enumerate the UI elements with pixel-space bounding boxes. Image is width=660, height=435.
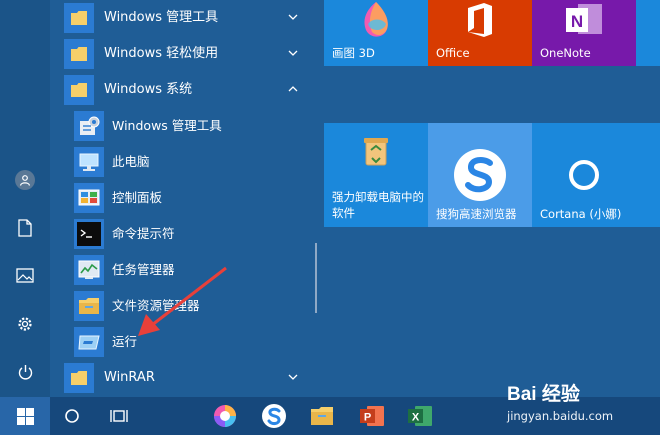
app-label: 任务管理器: [112, 262, 175, 277]
folder-icon: [64, 3, 94, 33]
app-item-this-pc[interactable]: 此电脑: [60, 144, 312, 180]
chevron-up-icon[interactable]: [288, 84, 298, 94]
app-item-cmd[interactable]: 命令提示符: [60, 216, 312, 252]
chevron-down-icon[interactable]: [288, 48, 298, 58]
tile-paint3d[interactable]: 画图 3D: [324, 0, 428, 66]
taskbar-excel[interactable]: X: [398, 397, 442, 435]
admin-tools-icon: [74, 111, 104, 141]
tile-label: Office: [436, 46, 470, 60]
group-windows-system[interactable]: Windows 系统: [60, 72, 312, 108]
taskbar-paint3d[interactable]: [205, 397, 245, 435]
group-label: Windows 系统: [104, 82, 193, 97]
app-item-file-explorer[interactable]: 文件资源管理器: [60, 288, 312, 324]
app-label: Windows 管理工具: [112, 118, 222, 133]
tile-partial-right[interactable]: [636, 123, 660, 227]
app-label: 运行: [112, 334, 138, 349]
power-button[interactable]: [0, 350, 50, 394]
app-label: 文件资源管理器: [112, 298, 200, 313]
tile-cortana[interactable]: Cortana (小娜): [532, 123, 636, 227]
start-button[interactable]: [0, 397, 50, 435]
this-pc-icon: [74, 147, 104, 177]
watermark-url: jingyan.baidu.com: [507, 409, 614, 423]
group-winrar[interactable]: WinRAR: [60, 360, 312, 396]
chevron-down-icon[interactable]: [288, 372, 298, 382]
tile-label: Cortana (小娜): [540, 207, 622, 221]
taskbar-sogou-browser[interactable]: [254, 397, 294, 435]
tile-onenote[interactable]: N OneNote: [532, 0, 636, 66]
tile-partial-right[interactable]: [636, 0, 660, 66]
folder-icon: [64, 75, 94, 105]
tile-office[interactable]: Office: [428, 0, 532, 66]
app-list-scrollbar[interactable]: [315, 243, 317, 313]
task-view-button[interactable]: [96, 397, 142, 435]
paint3d-icon: [364, 2, 388, 37]
svg-text:X: X: [412, 412, 420, 424]
tile-label: 搜狗高速浏览器: [436, 207, 517, 221]
svg-text:P: P: [364, 412, 371, 424]
settings-button[interactable]: [0, 302, 50, 346]
watermark-main: Bai 经验: [507, 384, 580, 405]
folder-icon: [64, 363, 94, 393]
pictures-icon: [16, 267, 34, 283]
tile-label: 强力卸载电脑中的软件: [332, 190, 424, 220]
folder-icon: [64, 39, 94, 69]
document-icon: [18, 219, 32, 237]
start-menu: Windows 管理工具 Windows 轻松使用 Windows 系统 Win…: [0, 0, 660, 397]
tile-label: 画图 3D: [332, 46, 375, 60]
app-item-task-manager[interactable]: 任务管理器: [60, 252, 312, 288]
taskbar-file-explorer[interactable]: [302, 397, 342, 435]
account-button[interactable]: [0, 158, 50, 202]
powerpoint-icon: P: [360, 406, 384, 426]
recycle-bin-icon: [364, 138, 388, 166]
tile-label: OneNote: [540, 46, 591, 60]
group-label: Windows 管理工具: [104, 10, 219, 25]
app-label: 控制面板: [112, 190, 163, 205]
app-item-run[interactable]: 运行: [60, 324, 312, 360]
folder-icon: [311, 407, 333, 425]
group-label: WinRAR: [104, 370, 155, 385]
app-item-control-panel[interactable]: 控制面板: [60, 180, 312, 216]
app-label: 命令提示符: [112, 226, 175, 241]
user-avatar-icon: [15, 170, 35, 190]
task-manager-icon: [74, 255, 104, 285]
control-panel-icon: [74, 183, 104, 213]
sogou-browser-icon: [262, 404, 286, 428]
excel-icon: X: [408, 406, 432, 426]
power-icon: [18, 364, 32, 379]
windows-logo-icon: [16, 407, 34, 425]
run-icon: [74, 327, 104, 357]
file-explorer-icon: [74, 291, 104, 321]
chevron-down-icon[interactable]: [288, 12, 298, 22]
tile-sogou-browser[interactable]: 搜狗高速浏览器: [428, 123, 532, 227]
taskbar-powerpoint[interactable]: P: [350, 397, 394, 435]
start-left-strip: [0, 0, 50, 397]
task-view-icon: [110, 410, 128, 422]
group-windows-ease-of-access[interactable]: Windows 轻松使用: [60, 36, 312, 72]
app-label: 此电脑: [112, 154, 150, 169]
tile-uninstaller[interactable]: 强力卸载电脑中的软件: [324, 123, 428, 227]
group-windows-admin-tools[interactable]: Windows 管理工具: [60, 0, 312, 36]
group-label: Windows 轻松使用: [104, 46, 219, 61]
paint3d-icon: [214, 405, 236, 427]
svg-text:N: N: [571, 12, 583, 31]
baidu-watermark: Bai 经验 jingyan.baidu.com: [505, 377, 660, 435]
onenote-icon: N: [566, 4, 602, 34]
cortana-circle-icon: [65, 409, 79, 423]
office-icon: [468, 3, 492, 37]
cmd-icon: [74, 219, 104, 249]
documents-button[interactable]: [0, 206, 50, 250]
search-button[interactable]: [50, 397, 94, 435]
app-list: Windows 管理工具 Windows 轻松使用 Windows 系统 Win…: [60, 0, 312, 397]
app-item-admin-tools[interactable]: Windows 管理工具: [60, 108, 312, 144]
cortana-icon: [569, 160, 599, 190]
gear-icon: [18, 317, 32, 331]
pictures-button[interactable]: [0, 253, 50, 297]
sogou-browser-icon: [454, 149, 506, 201]
